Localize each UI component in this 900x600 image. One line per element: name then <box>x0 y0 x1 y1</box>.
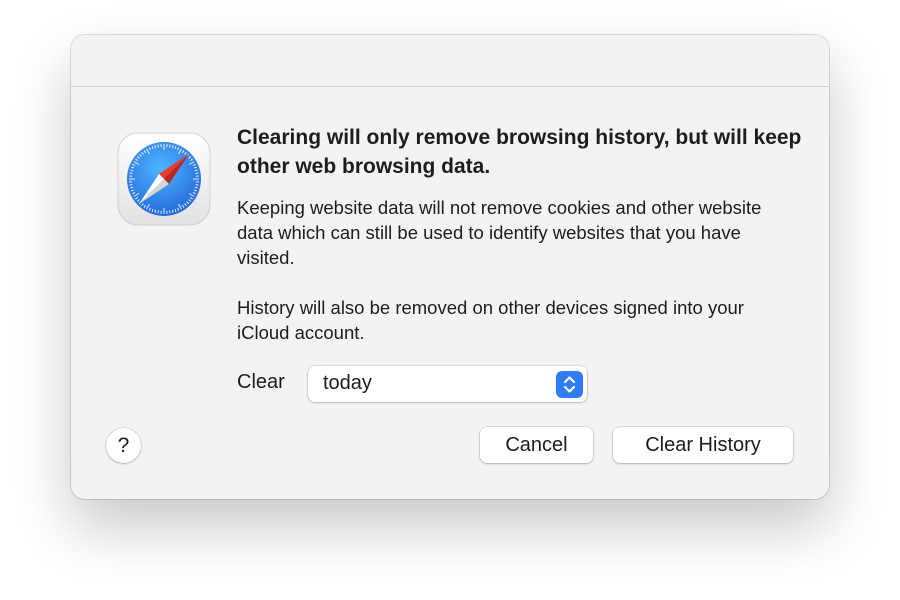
website-data-note: Keeping website data will not remove coo… <box>237 197 762 268</box>
compass-tick <box>195 184 199 186</box>
compass-tick <box>129 172 133 174</box>
popup-stepper-icon <box>556 371 583 398</box>
screen: Clearing will only remove browsing histo… <box>0 0 900 600</box>
compass-tick <box>169 210 171 214</box>
clear-history-button[interactable]: Clear History <box>613 427 793 463</box>
compass-tick <box>169 144 171 148</box>
compass-tick <box>195 172 199 174</box>
dialog-headline: Clearing will only remove browsing histo… <box>237 126 802 178</box>
clear-range-label: Clear <box>237 371 285 393</box>
compass-tick <box>157 144 159 148</box>
safari-compass-icon <box>117 132 211 226</box>
help-button[interactable]: ? <box>106 428 141 463</box>
compass-tick <box>129 184 133 186</box>
clear-range-value: today <box>323 372 372 394</box>
clear-history-dialog: Clearing will only remove browsing histo… <box>71 35 829 499</box>
clear-range-popup[interactable]: today <box>308 366 587 402</box>
dialog-titlebar <box>71 35 829 87</box>
chevron-up-down-icon <box>563 376 576 393</box>
compass-tick <box>157 210 159 214</box>
cancel-button[interactable]: Cancel <box>480 427 593 463</box>
icloud-sync-note: History will also be removed on other de… <box>237 297 744 343</box>
